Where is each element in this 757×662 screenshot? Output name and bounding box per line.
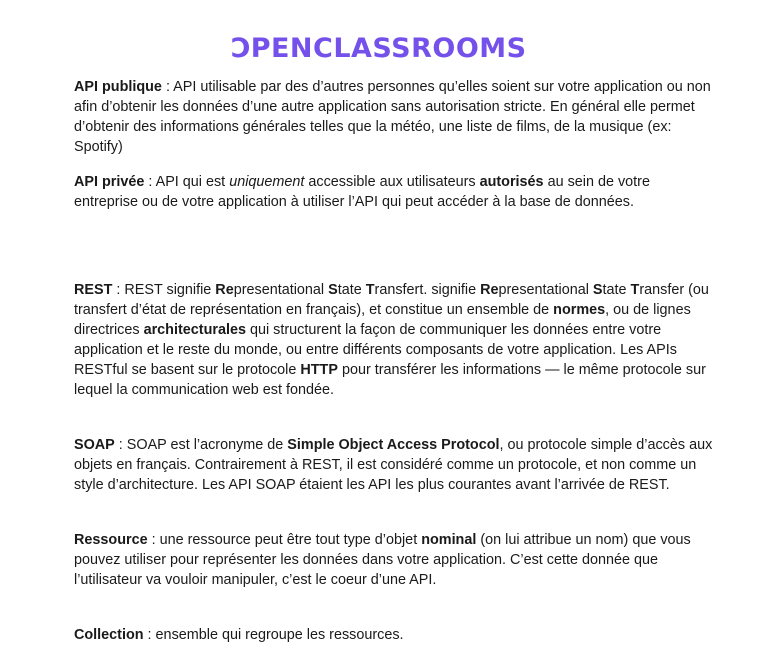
paragraph-api-privee: API privée : API qui est uniquement acce… (74, 172, 714, 212)
bold-term: S (328, 282, 338, 298)
body-text: presentational (233, 282, 329, 298)
bold-term: API publique (74, 79, 162, 95)
bold-term: architecturales (143, 322, 246, 338)
paragraph-ressource: Ressource : une ressource peut être tout… (74, 530, 714, 590)
body-text: : API utilisable par des d’autres person… (74, 79, 711, 155)
body-text: : SOAP est l’acronyme de (114, 437, 288, 453)
bold-term: Collection (74, 627, 144, 643)
paragraph-rest: REST : REST signifie Representational St… (74, 280, 714, 400)
bold-term: HTTP (300, 362, 338, 378)
openclassrooms-logo: CPENCLASSROOMS (0, 33, 757, 65)
document-page: CPENCLASSROOMS API publique : API utilis… (0, 0, 757, 662)
paragraph-api-publique: API publique : API utilisable par des d’… (74, 77, 714, 157)
logo-text: PENCLASSROOMS (250, 33, 527, 64)
body-text: tate (337, 282, 366, 298)
bold-term: T (365, 282, 375, 298)
bold-term: nominal (421, 532, 477, 548)
body-text: : ensemble qui regroupe les ressources. (143, 627, 404, 643)
body-text: : REST signifie (112, 282, 216, 298)
bold-term: REST (74, 282, 113, 298)
bold-term: autorisés (479, 174, 544, 190)
bold-term: Simple Object Access Protocol (287, 437, 500, 453)
body-text: : une ressource peut être tout type d’ob… (147, 532, 422, 548)
body-text: tate (602, 282, 631, 298)
bold-term: Re (215, 282, 234, 298)
bold-term: S (592, 282, 603, 298)
bold-term: Ressource (74, 532, 148, 548)
logo-first-letter: C (230, 33, 251, 64)
bold-term: SOAP (74, 437, 115, 453)
bold-term: normes (553, 302, 606, 318)
bold-term: Re (480, 282, 499, 298)
paragraph-collection: Collection : ensemble qui regroupe les r… (74, 625, 714, 645)
body-text: ransfert. signifie (374, 282, 481, 298)
italic-text: uniquement (229, 174, 305, 190)
body-text: presentational (498, 282, 593, 298)
body-text: accessible aux utilisateurs (304, 174, 480, 190)
paragraph-soap: SOAP : SOAP est l’acronyme de Simple Obj… (74, 435, 714, 495)
body-text: : API qui est (144, 174, 230, 190)
bold-term: API privée (74, 174, 145, 190)
